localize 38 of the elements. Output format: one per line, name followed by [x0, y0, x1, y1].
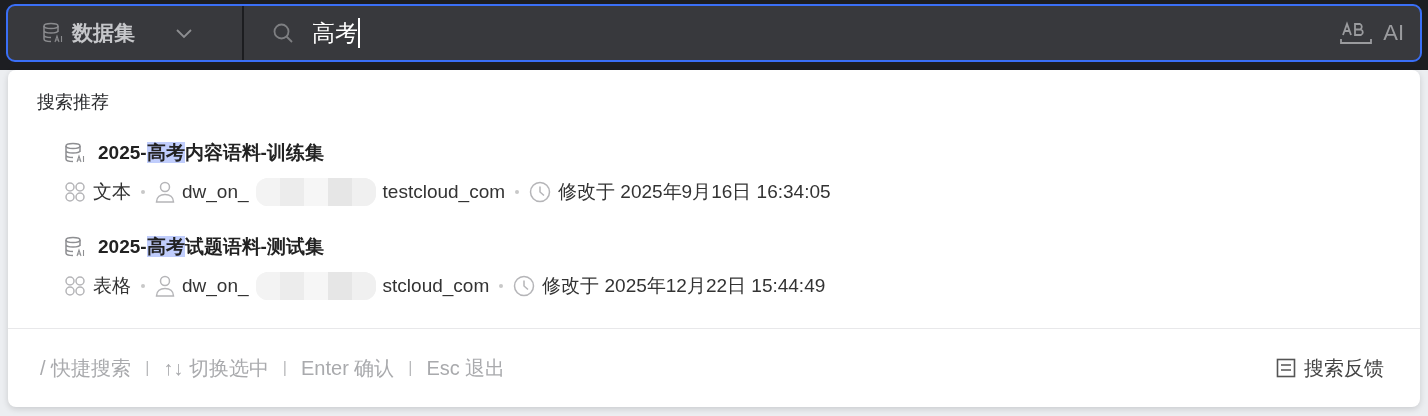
user-icon [155, 181, 175, 203]
owner-name-end: testcloud_com [382, 181, 506, 203]
chevron-down-icon[interactable] [175, 27, 193, 39]
owner-name-start: dw_on_ [182, 181, 249, 203]
text-cursor [358, 18, 360, 48]
shortcut-hint: ↑↓ 切换选中 [163, 355, 269, 381]
clock-icon [529, 181, 552, 203]
grid-icon [64, 275, 86, 297]
search-bar[interactable]: 数据集 高考 AI [6, 4, 1422, 62]
database-icon [64, 236, 86, 258]
modified-time: 修改于 2025年12月22日 15:44:49 [542, 274, 826, 298]
shortcut-hint: Enter 确认 [301, 355, 395, 381]
owner-name-end: stcloud_com [382, 275, 490, 297]
dataset-title[interactable]: 2025-高考试题语料-测试集 [98, 234, 324, 260]
separator: | [282, 359, 287, 377]
separator: | [408, 359, 413, 377]
feedback-button[interactable]: 搜索反馈 [1276, 354, 1384, 382]
dataset-type: 文本 [93, 180, 131, 204]
shortcut-hint: Esc 退出 [426, 355, 506, 381]
clock-icon [513, 275, 536, 297]
dataset-title[interactable]: 2025-高考内容语料-训练集 [98, 140, 324, 166]
match-case-icon[interactable] [1339, 20, 1374, 46]
ai-toggle[interactable]: AI [1383, 20, 1404, 46]
dataset-type: 表格 [93, 274, 131, 298]
user-icon [155, 275, 175, 297]
scope-selector[interactable]: 数据集 [8, 6, 244, 60]
grid-icon [64, 181, 86, 203]
search-query[interactable]: 高考 [312, 17, 358, 49]
feedback-icon [1276, 358, 1296, 378]
separator: | [145, 359, 150, 377]
search-icon [272, 22, 294, 44]
shortcut-hint: / 快捷搜索 [40, 355, 132, 381]
owner-name-start: dw_on_ [182, 275, 249, 297]
modified-time: 修改于 2025年9月16日 16:34:05 [558, 180, 831, 204]
database-icon [42, 22, 64, 44]
database-icon [64, 142, 86, 164]
scope-label: 数据集 [72, 20, 135, 46]
section-heading: 搜索推荐 [37, 92, 109, 112]
